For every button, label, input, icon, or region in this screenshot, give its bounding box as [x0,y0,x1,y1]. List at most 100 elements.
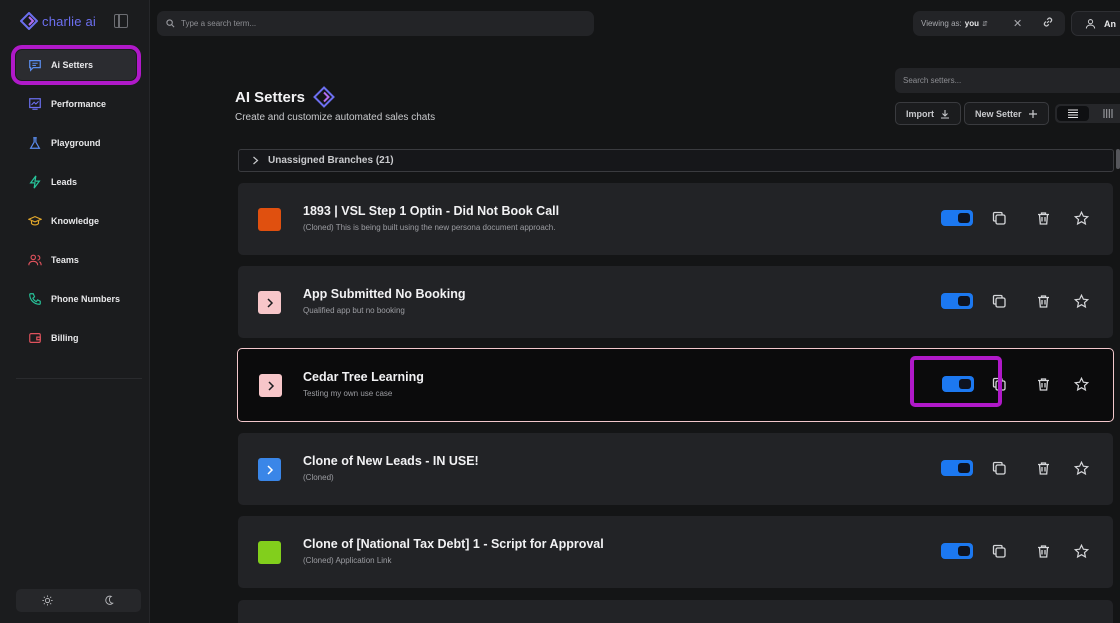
new-setter-button[interactable]: New Setter [964,102,1049,125]
delete-button[interactable] [1035,460,1051,476]
duplicate-button[interactable] [991,460,1007,476]
link-icon[interactable] [1042,16,1054,28]
branches-label: Unassigned Branches (21) [268,155,394,166]
sidebar-collapse-button[interactable] [114,14,128,28]
setter-enabled-toggle[interactable] [941,543,973,559]
duplicate-button[interactable] [991,543,1007,559]
setter-title[interactable]: App Submitted No Booking [303,287,465,301]
sidebar-item-leads[interactable]: Leads [16,167,136,197]
setter-color-swatch[interactable] [259,374,282,397]
setter-description: (Cloned) This is being built using the n… [303,223,556,232]
bolt-icon [29,175,41,189]
list-view-button[interactable] [1057,106,1089,121]
favorite-button[interactable] [1073,460,1089,476]
favorite-button[interactable] [1073,293,1089,309]
trash-icon [1037,211,1049,225]
trash-icon [1037,544,1049,558]
duplicate-button[interactable] [991,210,1007,226]
duplicate-button[interactable] [991,293,1007,309]
star-icon [1073,376,1089,391]
setter-title[interactable]: Cedar Tree Learning [303,370,424,384]
column-view-button[interactable] [1092,106,1120,121]
setter-title[interactable]: Clone of [National Tax Debt] 1 - Script … [303,537,604,551]
phone-icon [29,293,41,305]
sidebar-item-label: Ai Setters [51,60,94,70]
page-subtitle: Create and customize automated sales cha… [235,112,436,123]
scrollbar-thumb[interactable] [1116,149,1120,169]
chevron-right-icon [267,380,274,391]
sidebar-item-performance[interactable]: Performance [16,89,136,119]
setter-enabled-toggle[interactable] [941,293,973,309]
users-icon [28,254,42,266]
sidebar-item-billing[interactable]: Billing [16,323,136,353]
sun-icon[interactable] [42,595,53,606]
setter-description: (Cloned) [303,473,334,482]
global-search-input[interactable]: Type a search term... [157,11,594,36]
download-icon [941,109,949,119]
setter-color-swatch[interactable] [258,208,281,231]
chevron-right-icon [266,464,273,475]
sidebar-item-playground[interactable]: Playground [16,128,136,158]
annotation-highlight [910,356,1002,407]
favorite-button[interactable] [1073,543,1089,559]
sidebar: charlie ai Ai Setters Performance Playgr… [0,0,150,623]
sidebar-item-label: Playground [51,138,101,148]
app-logo[interactable]: charlie ai [20,12,96,30]
setter-card-partial[interactable] [238,600,1113,623]
copy-icon [992,544,1006,558]
setter-enabled-toggle[interactable] [941,460,973,476]
setter-card[interactable]: 1893 | VSL Step 1 Optin - Did Not Book C… [238,183,1113,255]
global-search-placeholder: Type a search term... [181,19,257,28]
delete-button[interactable] [1035,293,1051,309]
sidebar-item-label: Leads [51,177,78,187]
favorite-button[interactable] [1073,210,1089,226]
delete-button[interactable] [1035,210,1051,226]
chevron-right-icon [266,297,273,308]
star-icon [1073,460,1089,475]
new-setter-button-label: New Setter [975,108,1022,119]
viewing-as-selector[interactable]: Viewing as: you ⇵ ✕ [913,11,1065,36]
close-icon[interactable]: ✕ [1013,17,1022,30]
user-menu-button[interactable]: An [1071,11,1120,36]
page-title: AI Setters [235,86,335,108]
sidebar-item-ai-setters[interactable]: Ai Setters [11,45,141,85]
wallet-icon [29,333,41,343]
setter-title[interactable]: Clone of New Leads - IN USE! [303,454,479,468]
setter-color-swatch[interactable] [258,458,281,481]
chat-icon [29,60,41,72]
view-mode-toggle[interactable] [1055,104,1120,123]
toggle-knob [958,213,970,223]
star-icon [1073,543,1089,558]
copy-icon [992,294,1006,308]
setter-description: Testing my own use case [303,389,393,398]
delete-button[interactable] [1035,543,1051,559]
setter-color-swatch[interactable] [258,541,281,564]
sidebar-divider [16,378,142,379]
setter-card[interactable]: Clone of [National Tax Debt] 1 - Script … [238,516,1113,588]
logo-icon [313,86,335,108]
setter-card[interactable]: App Submitted No Booking Qualified app bu… [238,266,1113,338]
sidebar-item-label: Performance [51,99,107,109]
user-name: An [1104,18,1116,29]
sidebar-item-teams[interactable]: Teams [16,245,136,275]
sidebar-item-knowledge[interactable]: Knowledge [16,206,136,236]
import-button[interactable]: Import [895,102,961,125]
plus-icon [1028,109,1037,118]
unassigned-branches-toggle[interactable]: Unassigned Branches (21) [238,149,1114,172]
moon-icon[interactable] [104,595,115,606]
toggle-knob [958,296,970,306]
sidebar-item-label: Phone Numbers [51,294,121,304]
setter-card[interactable]: Clone of New Leads - IN USE! (Cloned) [238,433,1113,505]
sidebar-item-phone-numbers[interactable]: Phone Numbers [16,284,136,314]
delete-button[interactable] [1035,376,1051,392]
copy-icon [992,461,1006,475]
trash-icon [1037,294,1049,308]
setter-title[interactable]: 1893 | VSL Step 1 Optin - Did Not Book C… [303,204,559,218]
theme-toggle[interactable] [16,589,141,612]
setters-search-input[interactable]: Search setters... [895,68,1120,93]
favorite-button[interactable] [1073,376,1089,392]
setter-color-swatch[interactable] [258,291,281,314]
viewing-as-label: Viewing as: [921,19,962,28]
setter-enabled-toggle[interactable] [941,210,973,226]
sidebar-item-label: Knowledge [51,216,100,226]
